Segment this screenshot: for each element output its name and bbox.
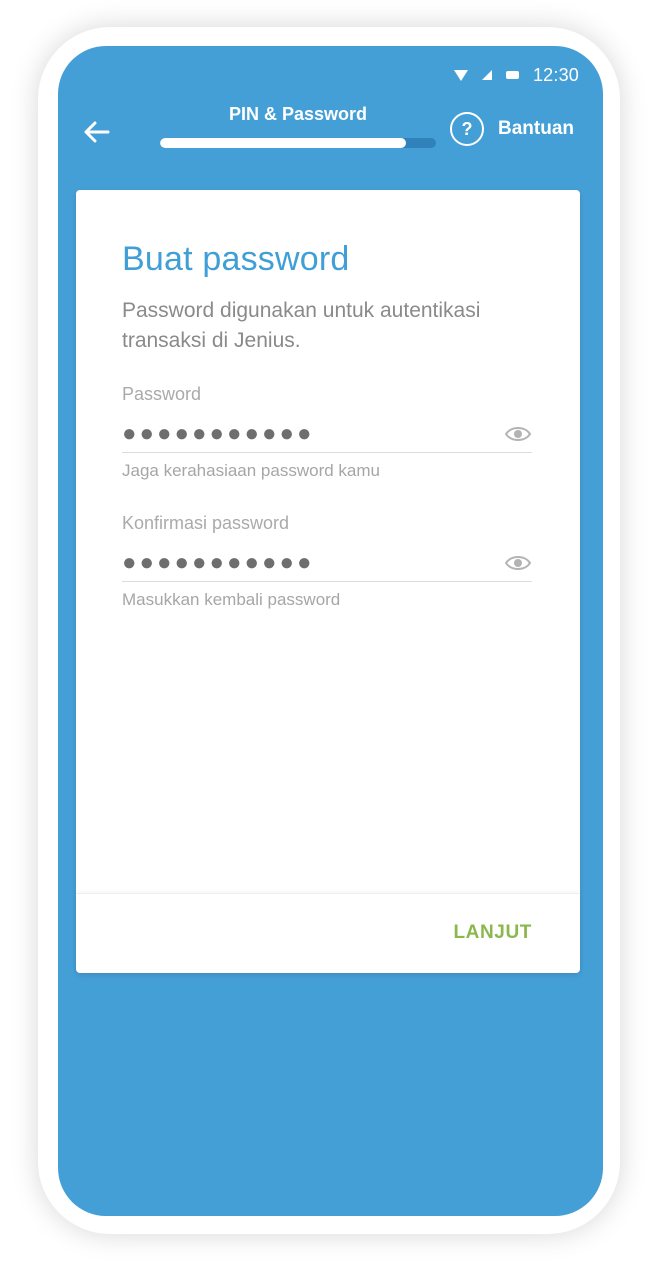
password-input[interactable]: ●●●●●●●●●●● [122, 415, 532, 453]
card-description: Password digunakan untuk autentikasi tra… [122, 299, 481, 352]
password-label: Password [122, 384, 202, 404]
help-label: Bantuan [498, 118, 574, 139]
confirm-password-helper: Masukkan kembali password [122, 590, 341, 609]
confirm-password-value: ●●●●●●●●●●● [122, 548, 315, 576]
help-icon: ? [450, 112, 484, 146]
password-helper: Jaga kerahasiaan password kamu [122, 461, 380, 480]
status-bar: 12:30 [453, 64, 579, 86]
password-value: ●●●●●●●●●●● [122, 419, 315, 447]
eye-icon[interactable] [504, 423, 532, 445]
arrow-left-icon [84, 121, 110, 143]
page-title: PIN & Password [228, 104, 368, 124]
back-button[interactable] [80, 116, 112, 148]
signal-icon [481, 70, 492, 80]
card-title: Buat password [122, 240, 350, 278]
app-screen: 12:30 PIN & Password ? Bantuan Buat pass… [58, 46, 603, 1216]
progress-bar [160, 138, 436, 148]
status-time: 12:30 [532, 64, 579, 85]
battery-icon [505, 71, 519, 79]
help-button[interactable]: ? Bantuan [450, 112, 574, 146]
confirm-password-label: Konfirmasi password [122, 513, 290, 533]
password-card: Buat password Password digunakan untuk a… [76, 190, 580, 973]
eye-icon[interactable] [504, 552, 532, 574]
next-button[interactable]: LANJUT [453, 922, 532, 944]
confirm-password-input[interactable]: ●●●●●●●●●●● [122, 544, 532, 582]
card-footer: LANJUT [76, 893, 580, 973]
confirm-password-field-group: Konfirmasi password ●●●●●●●●●●● Masukkan… [122, 513, 532, 610]
progress-bar-fill [160, 138, 406, 148]
wifi-icon [453, 69, 468, 81]
password-field-group: Password ●●●●●●●●●●● Jaga kerahasiaan pa… [122, 384, 532, 481]
